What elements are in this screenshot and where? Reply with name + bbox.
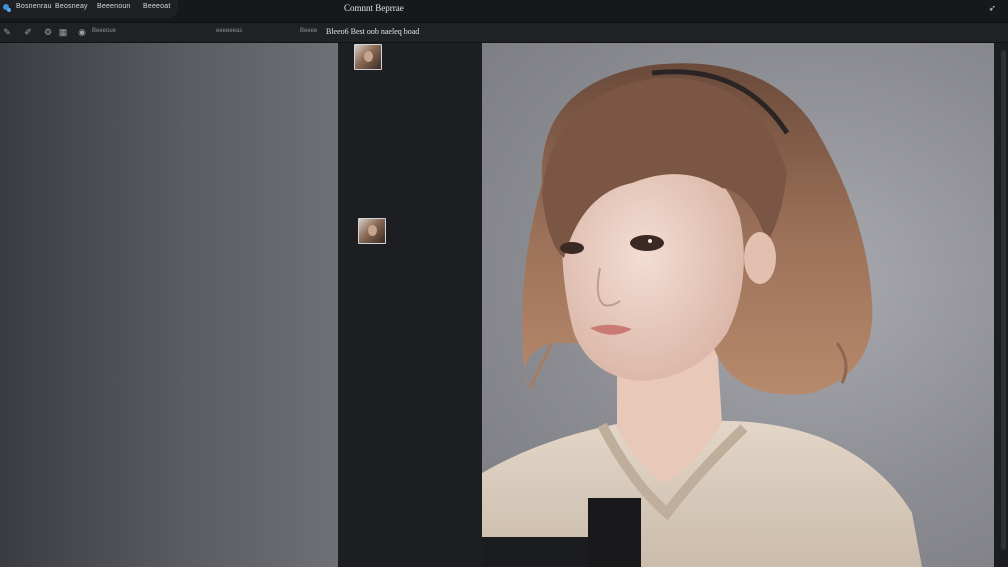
grid-icon[interactable]: ▦ (57, 26, 69, 38)
bottom-panel-bar (482, 537, 588, 567)
tab-1[interactable]: Bosnenrau (16, 3, 52, 10)
tab-3[interactable]: Beeenoun (97, 3, 131, 10)
layers-icon[interactable]: ✎ (1, 26, 13, 38)
portrait-thumbnail-1[interactable] (354, 44, 382, 70)
panel-header-label: Bleeo6 Best oob naeleq boad (326, 27, 420, 36)
tab-strip: Bosnenrau Beosneay Beeenoun Beeeoat (0, 0, 178, 18)
app-logo-icon[interactable] (2, 3, 12, 13)
thumbnail-strip (338, 43, 482, 567)
eye-icon[interactable]: ◉ (76, 26, 88, 38)
bottom-panel-block (588, 498, 641, 567)
main-image-preview[interactable] (482, 43, 994, 567)
tab-2[interactable]: Beosneay (55, 3, 88, 10)
cursor-icon[interactable]: ➶ (988, 3, 996, 14)
brush-icon[interactable]: ✐ (22, 26, 34, 38)
title-bar: Bosnenrau Beosneay Beeenoun Beeeoat Comn… (0, 0, 1008, 23)
settings-icon[interactable]: ⚙ (42, 26, 54, 38)
toolbar-label-right[interactable]: Beeee (300, 28, 317, 34)
vertical-scrollbar[interactable] (1001, 50, 1006, 550)
toolbar: ✎ ✐ ⚙ ▦ ◉ Beeeoue eeeeeeas Beeee Bleeo6 … (0, 23, 1008, 43)
window-title: Comnnt Beprrae (344, 3, 404, 13)
toolbar-label-left[interactable]: Beeeoue (92, 28, 116, 34)
tab-4[interactable]: Beeeoat (143, 3, 170, 10)
portrait-photo (482, 63, 922, 567)
portrait-thumbnail-2[interactable] (358, 218, 386, 244)
toolbar-label-mid[interactable]: eeeeeeas (216, 28, 242, 34)
left-canvas-panel[interactable] (0, 43, 338, 567)
